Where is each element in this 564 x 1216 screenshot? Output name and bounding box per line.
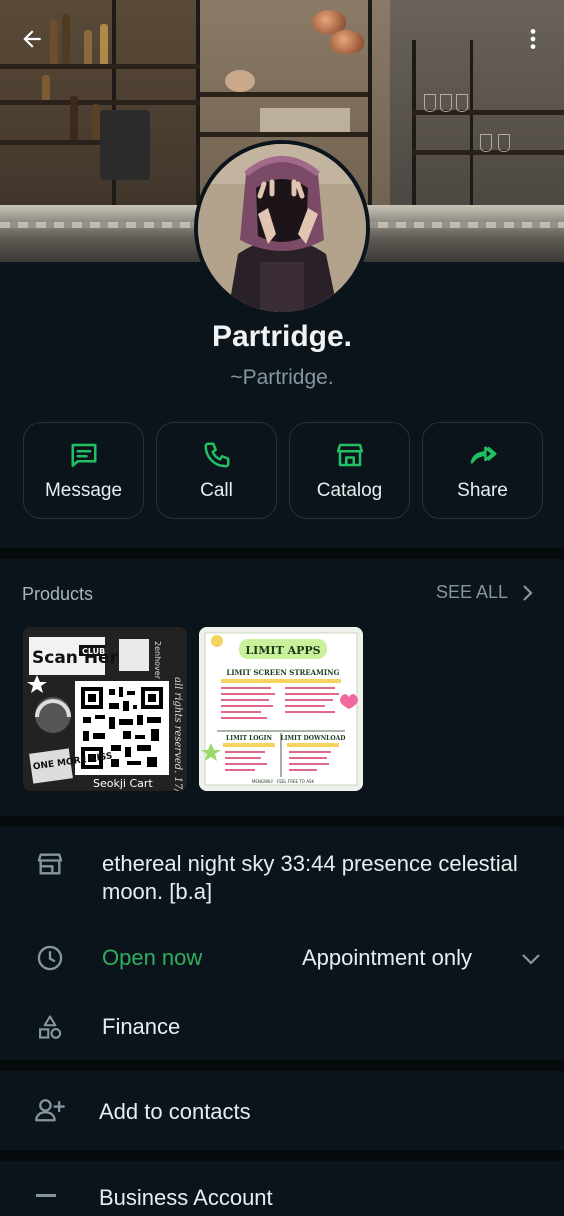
product-card[interactable]: Scan Here CLUB 2enhover all rights reser… <box>23 627 187 791</box>
store-icon <box>336 443 363 466</box>
category-icon <box>39 1015 62 1039</box>
product-caption-text: Seokji Cart <box>93 777 153 790</box>
product2-box1-text: LIMIT LOGIN <box>226 735 272 742</box>
store-icon <box>37 853 63 875</box>
chevron-down-icon <box>522 954 540 965</box>
product2-title-text: LIMIT APPS <box>245 644 320 657</box>
business-description: ethereal night sky 33:44 presence celest… <box>102 851 518 904</box>
see-all-link[interactable]: SEE ALL <box>436 582 534 603</box>
back-button[interactable] <box>15 22 49 56</box>
business-category: Finance <box>102 1014 181 1039</box>
profile-handle: ~Partridge. <box>230 366 334 389</box>
product2-subtitle-text: LIMIT SCREEN STREAMING <box>226 668 339 677</box>
section-divider <box>0 816 564 827</box>
product2-footer-text: MENGWILY · FEEL FREE TO ASK <box>252 779 315 784</box>
products-title: Products <box>22 584 94 604</box>
product-side-text: 2enhover <box>153 641 162 680</box>
info-icon <box>36 1194 56 1197</box>
section-divider <box>0 1150 564 1161</box>
share-label: Share <box>457 479 508 501</box>
add-to-contacts-label: Add to contacts <box>99 1099 251 1124</box>
open-status: Open now <box>102 945 203 970</box>
message-label: Message <box>44 479 123 501</box>
add-person-icon <box>35 1099 65 1122</box>
more-options-button[interactable] <box>516 22 550 56</box>
message-icon <box>71 443 96 467</box>
business-category-row: Finance <box>0 1010 564 1046</box>
chevron-right-icon <box>523 584 533 601</box>
product-tag-text: CLUB <box>82 647 105 656</box>
more-vertical-icon <box>530 29 536 49</box>
add-to-contacts-row[interactable]: Add to contacts <box>0 1090 564 1134</box>
catalog-label: Catalog <box>316 479 383 501</box>
product-image: Scan Here CLUB 2enhover all rights reser… <box>23 627 187 791</box>
see-all-label: SEE ALL <box>435 582 508 602</box>
business-account-label: Business Account <box>99 1185 273 1210</box>
hours-text: Appointment only <box>302 945 472 970</box>
section-divider <box>0 548 564 559</box>
call-label: Call <box>200 479 233 501</box>
product-rights-text: all rights reserved. 17/11/22 <box>172 677 183 791</box>
call-button[interactable]: Call <box>156 422 277 519</box>
message-button[interactable]: Message <box>23 422 144 519</box>
arrow-left-icon <box>23 30 41 48</box>
phone-icon <box>204 442 229 467</box>
avatar-photo <box>198 144 366 312</box>
action-buttons: Message Call Catalog Share <box>23 422 543 519</box>
section-divider <box>0 1060 564 1071</box>
catalog-button[interactable]: Catalog <box>289 422 410 519</box>
product-card[interactable]: LIMIT APPS LIMIT SCREEN STREAMING LIMIT … <box>199 627 363 791</box>
profile-name: Partridge. <box>211 320 353 353</box>
business-hours-row[interactable]: Open now Appointment only <box>0 940 564 980</box>
product2-box2-text: LIMIT DOWNLOAD <box>281 735 346 742</box>
profile-avatar[interactable] <box>194 140 370 316</box>
business-account-row[interactable]: Business Account <box>0 1176 564 1216</box>
share-icon <box>470 445 497 464</box>
clock-icon <box>37 945 63 971</box>
share-button[interactable]: Share <box>422 422 543 519</box>
product-image: LIMIT APPS LIMIT SCREEN STREAMING LIMIT … <box>199 627 363 791</box>
